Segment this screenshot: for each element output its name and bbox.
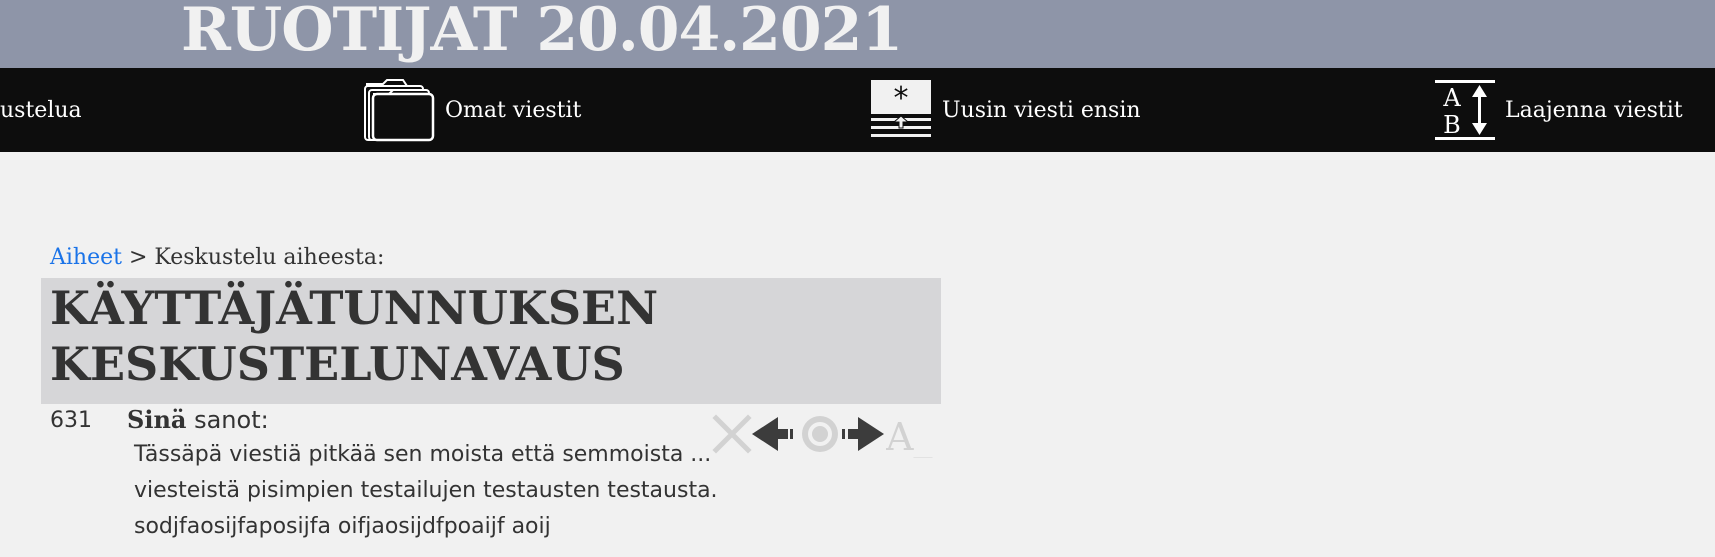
message-line: viesteistä pisimpien testailujen testaus… xyxy=(134,478,718,503)
text-format-glyph: A_ xyxy=(886,415,932,458)
expand-text-icon: A B xyxy=(1435,80,1495,140)
breadcrumb-current: Keskustelu aiheesta: xyxy=(154,245,385,270)
message-line: Tässäpä viestiä pitkää sen moista että s… xyxy=(134,442,712,467)
menu-bar: ustelua Omat viestit * Uusin viesti ensi… xyxy=(0,68,1715,152)
svg-text:*: * xyxy=(894,81,909,116)
message-author: Sinä sanot: xyxy=(127,405,269,434)
message-actions: A_ xyxy=(712,410,942,458)
topic-header: KÄYTTÄJÄTUNNUKSEN KESKUSTELUNAVAUS xyxy=(41,278,941,404)
author-says: sanot: xyxy=(186,406,269,434)
message-line: sodjfaosijfaposijfa oifjaosijdfpoaijf ao… xyxy=(134,514,551,539)
breadcrumb: Aiheet > Keskustelu aiheesta: xyxy=(50,245,384,270)
menu-item-expand-messages[interactable]: A B Laajenna viestit xyxy=(1435,68,1683,152)
breadcrumb-link-topics[interactable]: Aiheet xyxy=(50,245,122,270)
menu-item-own-messages[interactable]: Omat viestit xyxy=(363,68,581,152)
svg-text:B: B xyxy=(1443,111,1461,139)
menu-item-label: Omat viestit xyxy=(445,97,582,123)
breadcrumb-separator: > xyxy=(121,245,155,270)
author-name: Sinä xyxy=(127,405,187,434)
header-banner: RUOTIJAT 20.04.2021 xyxy=(0,0,1715,68)
newest-first-icon: * xyxy=(871,80,931,137)
delete-icon[interactable] xyxy=(712,410,752,458)
text-format-icon[interactable]: A_ xyxy=(886,410,940,458)
topic-title: KÄYTTÄJÄTUNNUKSEN KESKUSTELUNAVAUS xyxy=(50,281,659,391)
menu-item-discussions[interactable]: ustelua xyxy=(0,68,82,152)
menu-item-label: ustelua xyxy=(0,97,82,123)
svg-text:A: A xyxy=(1442,84,1461,112)
message-body: Tässäpä viestiä pitkää sen moista että s… xyxy=(134,437,718,545)
menu-item-label: Laajenna viestit xyxy=(1505,97,1683,123)
menu-item-newest-first[interactable]: * Uusin viesti ensin xyxy=(870,68,1141,152)
center-target-icon[interactable] xyxy=(798,410,842,458)
page-title: RUOTIJAT 20.04.2021 xyxy=(181,0,903,65)
move-right-icon[interactable] xyxy=(840,410,884,458)
folder-icon xyxy=(364,79,435,142)
menu-item-label: Uusin viesti ensin xyxy=(942,97,1141,123)
message-number: 631 xyxy=(50,408,92,433)
move-left-icon[interactable] xyxy=(752,410,796,458)
